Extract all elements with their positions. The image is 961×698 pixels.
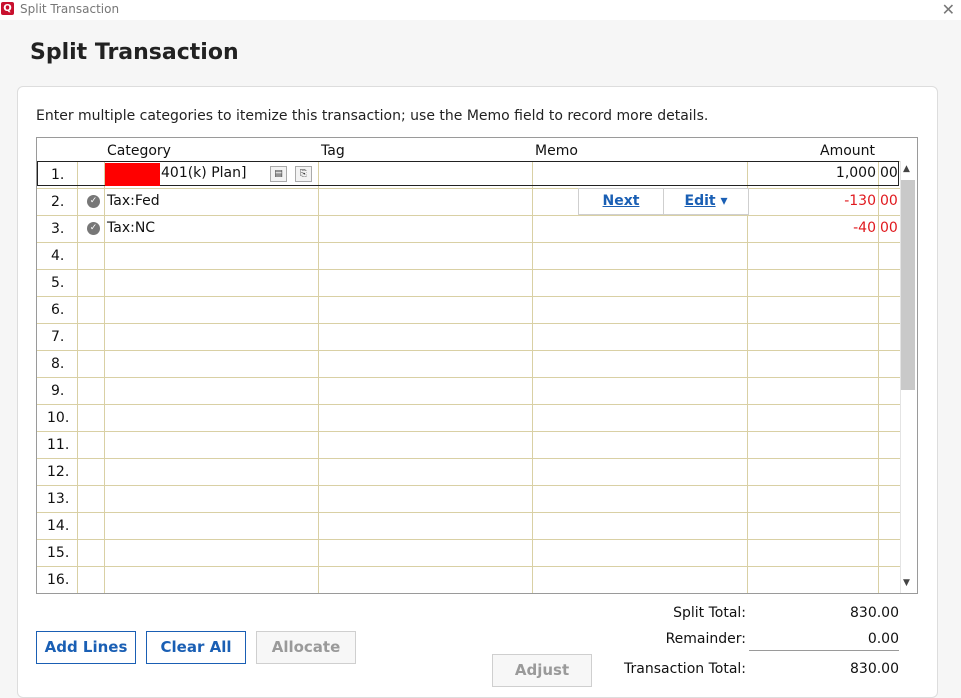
row-divider bbox=[37, 323, 900, 324]
transaction-total-label: Transaction Total: bbox=[624, 661, 746, 677]
row-divider bbox=[37, 377, 900, 378]
add-lines-button[interactable]: Add Lines bbox=[36, 631, 136, 664]
row-2-category[interactable]: Tax:Fed bbox=[107, 193, 160, 209]
remainder-value: 0.00 bbox=[867, 631, 899, 647]
row-number: 3. bbox=[51, 221, 65, 237]
redacted-area bbox=[105, 163, 160, 186]
row-divider bbox=[37, 512, 900, 513]
row-number: 15. bbox=[47, 545, 70, 561]
check-icon: ✓ bbox=[87, 222, 100, 235]
row-divider bbox=[37, 350, 900, 351]
edit-button[interactable]: Edit ▾ bbox=[663, 188, 749, 215]
row-3-amount[interactable]: -40 bbox=[797, 220, 876, 236]
row-2-amount[interactable]: -130 bbox=[797, 193, 876, 209]
row-number: 6. bbox=[51, 302, 65, 318]
row-number: 13. bbox=[47, 491, 70, 507]
check-icon: ✓ bbox=[87, 195, 100, 208]
row-divider bbox=[37, 431, 900, 432]
scroll-up-icon[interactable]: ▲ bbox=[903, 164, 910, 174]
row-divider bbox=[37, 215, 900, 216]
row-divider bbox=[37, 269, 900, 270]
scrollbar-thumb[interactable] bbox=[901, 180, 915, 390]
row-number: 4. bbox=[51, 248, 65, 264]
row-divider bbox=[37, 566, 900, 567]
split-total-value: 830.00 bbox=[850, 605, 899, 621]
row-divider bbox=[37, 458, 900, 459]
row-number: 12. bbox=[47, 464, 70, 480]
row-3-category[interactable]: Tax:NC bbox=[107, 220, 155, 236]
row-divider bbox=[37, 242, 900, 243]
close-icon[interactable]: ✕ bbox=[942, 0, 955, 19]
row-divider bbox=[37, 188, 900, 189]
row-divider bbox=[37, 485, 900, 486]
window-titlebar: Q Split Transaction ✕ bbox=[0, 0, 961, 20]
remainder-label: Remainder: bbox=[665, 631, 746, 647]
row-divider bbox=[37, 404, 900, 405]
row-number: 8. bbox=[51, 356, 65, 372]
row-1-amount[interactable]: 1,000 bbox=[797, 165, 876, 181]
split-total-label: Split Total: bbox=[673, 605, 746, 621]
row-number: 10. bbox=[47, 410, 70, 426]
row-1-category[interactable]: 401(k) Plan] bbox=[161, 165, 246, 181]
row-number: 7. bbox=[51, 329, 65, 345]
allocate-button[interactable]: Allocate bbox=[256, 631, 356, 664]
row-1-cents[interactable]: 00 bbox=[880, 165, 898, 181]
row-number: 11. bbox=[47, 437, 70, 453]
next-button[interactable]: Next bbox=[578, 188, 664, 215]
row-number: 14. bbox=[47, 518, 70, 534]
column-header-tag[interactable]: Tag bbox=[321, 143, 345, 159]
row-number: 9. bbox=[51, 383, 65, 399]
scroll-down-icon[interactable]: ▼ bbox=[903, 578, 910, 588]
row-number: 5. bbox=[51, 275, 65, 291]
row-number: 16. bbox=[47, 572, 70, 588]
row-divider bbox=[37, 593, 900, 594]
dialog-title: Split Transaction bbox=[30, 40, 239, 65]
transaction-total-value: 830.00 bbox=[850, 661, 899, 677]
clear-all-button[interactable]: Clear All bbox=[146, 631, 246, 664]
window-title: Split Transaction bbox=[20, 2, 120, 16]
column-header-category[interactable]: Category bbox=[107, 143, 171, 159]
split-grid: Category Tag Memo Amount 401(k) Plan] ▤ … bbox=[36, 137, 918, 594]
row-divider bbox=[37, 296, 900, 297]
totals-divider bbox=[749, 650, 899, 651]
app-logo: Q bbox=[1, 2, 14, 15]
instructions-text: Enter multiple categories to itemize thi… bbox=[36, 108, 709, 124]
row-divider bbox=[37, 539, 900, 540]
row-number: 1. bbox=[51, 167, 65, 183]
row-2-cents[interactable]: 00 bbox=[880, 193, 898, 209]
column-header-memo[interactable]: Memo bbox=[535, 143, 578, 159]
category-copy-icon[interactable]: ⎘ bbox=[295, 166, 312, 182]
row-3-cents[interactable]: 00 bbox=[880, 220, 898, 236]
category-list-icon[interactable]: ▤ bbox=[270, 166, 287, 182]
row-number: 2. bbox=[51, 194, 65, 210]
column-header-amount[interactable]: Amount bbox=[820, 143, 875, 159]
chevron-down-icon: ▾ bbox=[720, 193, 728, 209]
